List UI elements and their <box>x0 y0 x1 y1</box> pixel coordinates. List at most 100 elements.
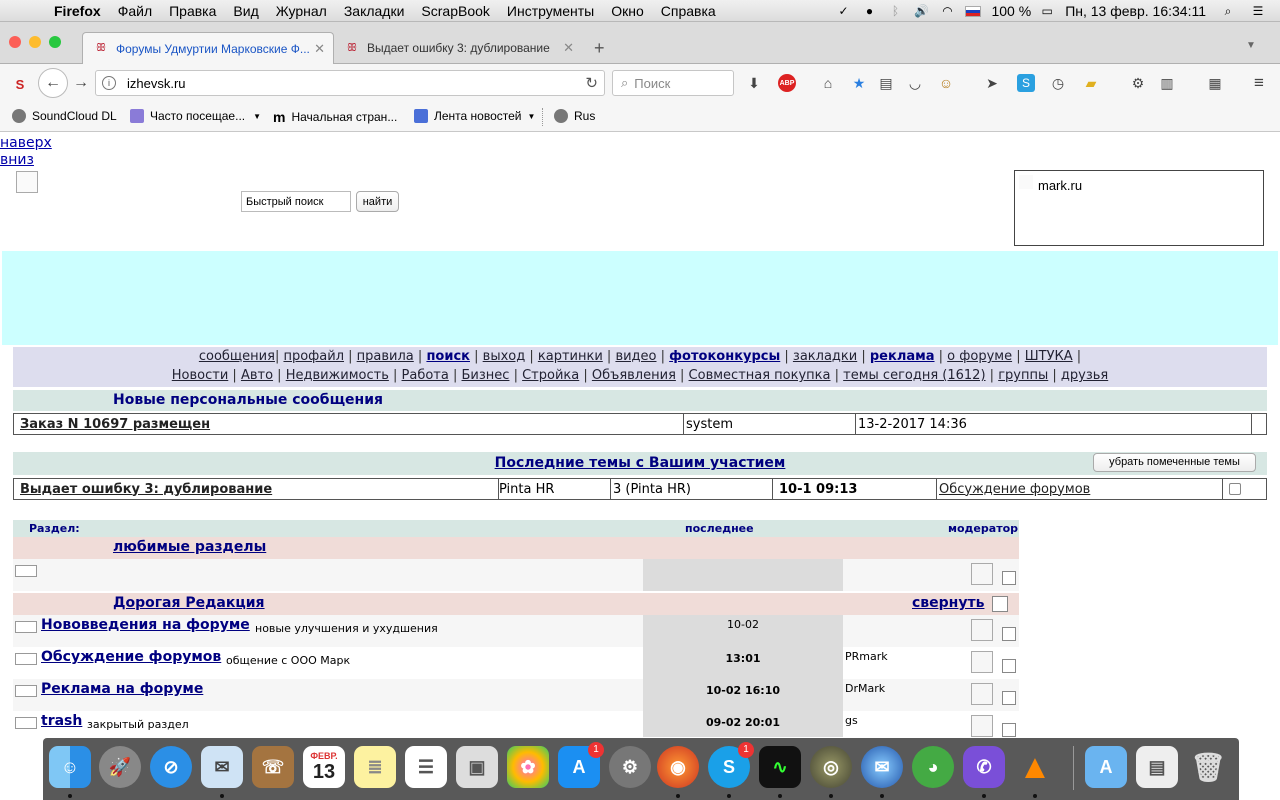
forum-nav-link[interactable]: картинки <box>538 349 603 364</box>
app-menu[interactable]: Firefox <box>54 3 101 19</box>
network-radar-icon[interactable]: ◎ <box>810 746 852 788</box>
tab-list-dropdown-icon[interactable]: ▼ <box>1246 40 1256 51</box>
zoom-window-button[interactable] <box>49 36 61 48</box>
topics-title-link[interactable]: Последние темы с Вашим участием <box>495 455 786 471</box>
extension-icon[interactable]: ⚙ <box>1128 73 1148 93</box>
volume-icon[interactable]: 🔊 <box>911 3 931 19</box>
topic-forum-link[interactable]: Обсуждение форумов <box>939 482 1090 497</box>
send-icon[interactable]: ➤ <box>982 73 1002 93</box>
wifi-icon[interactable]: ◠ <box>937 3 957 19</box>
battery-icon[interactable]: ▭ <box>1037 3 1057 19</box>
minimize-window-button[interactable] <box>29 36 41 48</box>
spotlight-search-icon[interactable]: ⌕ <box>1218 3 1238 19</box>
tab-forums[interactable]: ꕥ Форумы Удмуртии Марковские Ф... ✕ <box>82 32 334 64</box>
greasemonkey-icon[interactable]: ☺ <box>936 73 956 93</box>
forward-button[interactable]: → <box>72 73 90 93</box>
menu-file[interactable]: Файл <box>118 3 152 19</box>
thunderbird-icon[interactable]: ✉ <box>861 746 903 788</box>
skype-icon[interactable]: S1 <box>708 742 754 788</box>
group-editorial-link[interactable]: Дорогая Редакция <box>113 595 265 611</box>
bookmark-start-page[interactable]: m Начальная стран... <box>273 109 397 125</box>
forum-title-link[interactable]: Обсуждение форумов <box>41 649 221 665</box>
bookmark-soundcloud[interactable]: SoundCloud DL <box>12 109 117 123</box>
forum-nav-link[interactable]: фотоконкурсы <box>669 349 780 364</box>
menu-tools[interactable]: Инструменты <box>507 3 594 19</box>
forum-nav-link[interactable]: видео <box>615 349 656 364</box>
pocket-icon[interactable]: ◡ <box>905 73 925 93</box>
forum-nav-link[interactable]: о форуме <box>947 349 1012 364</box>
adium-icon[interactable]: ◕ <box>912 746 954 788</box>
clock[interactable]: Пн, 13 февр. 16:34:11 <box>1065 3 1206 19</box>
bookmark-star-icon[interactable]: ★ <box>849 73 869 93</box>
mark-ru-banner[interactable]: mark.ru <box>1014 170 1264 246</box>
topic-select-checkbox[interactable] <box>1229 483 1241 495</box>
forum-title-link[interactable]: Реклама на форуме <box>41 681 203 697</box>
site-info-icon[interactable]: i <box>102 76 116 90</box>
find-button[interactable]: найти <box>356 191 399 212</box>
subscribe-checkbox[interactable] <box>1002 659 1016 673</box>
launchpad-icon[interactable]: 🚀 <box>99 746 141 788</box>
section-nav-link[interactable]: темы сегодня (1612) <box>843 368 985 383</box>
history-icon[interactable]: ◷ <box>1048 73 1068 93</box>
url-text[interactable]: izhevsk.ru <box>127 76 186 91</box>
documents-stack-icon[interactable]: ▤ <box>1136 746 1178 788</box>
menu-bookmarks[interactable]: Закладки <box>344 3 405 19</box>
close-tab-icon[interactable]: ✕ <box>563 40 574 56</box>
pm-subject-link[interactable]: Заказ N 10697 размещен <box>20 417 210 432</box>
system-preferences-icon[interactable]: ⚙ <box>609 746 651 788</box>
forum-nav-link[interactable]: правила <box>357 349 414 364</box>
new-tab-button[interactable]: + <box>594 38 605 59</box>
quick-search-input[interactable]: Быстрый поиск <box>241 191 351 212</box>
app-store-icon[interactable]: A1 <box>558 742 604 788</box>
forum-nav-link[interactable]: выход <box>483 349 526 364</box>
adblock-icon[interactable]: ABP <box>778 74 796 92</box>
preview-icon[interactable]: ▣ <box>456 746 498 788</box>
subscribe-checkbox[interactable] <box>1002 723 1016 737</box>
hamburger-menu-icon[interactable]: ≡ <box>1249 73 1269 93</box>
section-nav-link[interactable]: Работа <box>402 368 449 383</box>
forum-nav-link[interactable]: профайл <box>283 349 344 364</box>
forum-title-link[interactable]: trash <box>41 713 82 729</box>
activity-monitor-icon[interactable]: ∿ <box>759 746 801 788</box>
section-nav-link[interactable]: Стройка <box>522 368 579 383</box>
notes-icon[interactable]: ≣ <box>354 746 396 788</box>
tab-error-topic[interactable]: ꕥ Выдает ошибку 3: дублирование ✕ <box>334 32 582 64</box>
section-nav-link[interactable]: Авто <box>241 368 273 383</box>
viber-icon[interactable]: ✆ <box>963 746 1005 788</box>
contacts-icon[interactable]: ☏ <box>252 746 294 788</box>
subscribe-checkbox[interactable] <box>1002 627 1016 641</box>
finder-icon[interactable]: ☺ <box>49 746 91 788</box>
viber-status-icon[interactable]: ● <box>859 3 879 19</box>
section-nav-link[interactable]: Бизнес <box>462 368 510 383</box>
menu-scrapbook[interactable]: ScrapBook <box>421 3 489 19</box>
trash-icon[interactable]: 🗑 <box>1187 746 1229 788</box>
bluetooth-icon[interactable]: ᛒ <box>885 3 905 19</box>
clipboard-icon[interactable]: ▥ <box>1157 73 1177 93</box>
section-nav-link[interactable]: группы <box>998 368 1048 383</box>
section-nav-link[interactable]: друзья <box>1061 368 1108 383</box>
reminders-icon[interactable]: ☰ <box>405 746 447 788</box>
flag-icon[interactable] <box>963 3 983 19</box>
bookmark-rus[interactable]: Rus <box>554 109 595 123</box>
section-nav-link[interactable]: Недвижимость <box>286 368 389 383</box>
section-nav-link[interactable]: Новости <box>172 368 229 383</box>
scroll-up-link[interactable]: наверх <box>0 135 52 151</box>
skype-toolbar-icon[interactable]: S <box>1017 74 1035 92</box>
calendar-icon[interactable]: ФЕВР. 13 <box>303 746 345 788</box>
reload-icon[interactable]: ↻ <box>585 74 598 92</box>
back-button[interactable]: ← <box>38 68 68 98</box>
scrapbook-icon[interactable]: S <box>10 74 30 94</box>
forum-nav-link[interactable]: реклама <box>870 349 935 364</box>
reading-list-icon[interactable]: ▤ <box>876 73 896 93</box>
close-window-button[interactable] <box>9 36 21 48</box>
applications-folder-icon[interactable]: A <box>1085 746 1127 788</box>
mail-icon[interactable]: ✉ <box>201 746 243 788</box>
section-nav-link[interactable]: Совместная покупка <box>689 368 831 383</box>
topic-subject-link[interactable]: Выдает ошибку 3: дублирование <box>20 482 272 497</box>
subscribe-checkbox[interactable] <box>1002 691 1016 705</box>
safari-icon[interactable]: ⊘ <box>150 746 192 788</box>
menu-edit[interactable]: Правка <box>169 3 216 19</box>
home-icon[interactable]: ⌂ <box>818 73 838 93</box>
menu-help[interactable]: Справка <box>661 3 716 19</box>
menu-view[interactable]: Вид <box>233 3 258 19</box>
